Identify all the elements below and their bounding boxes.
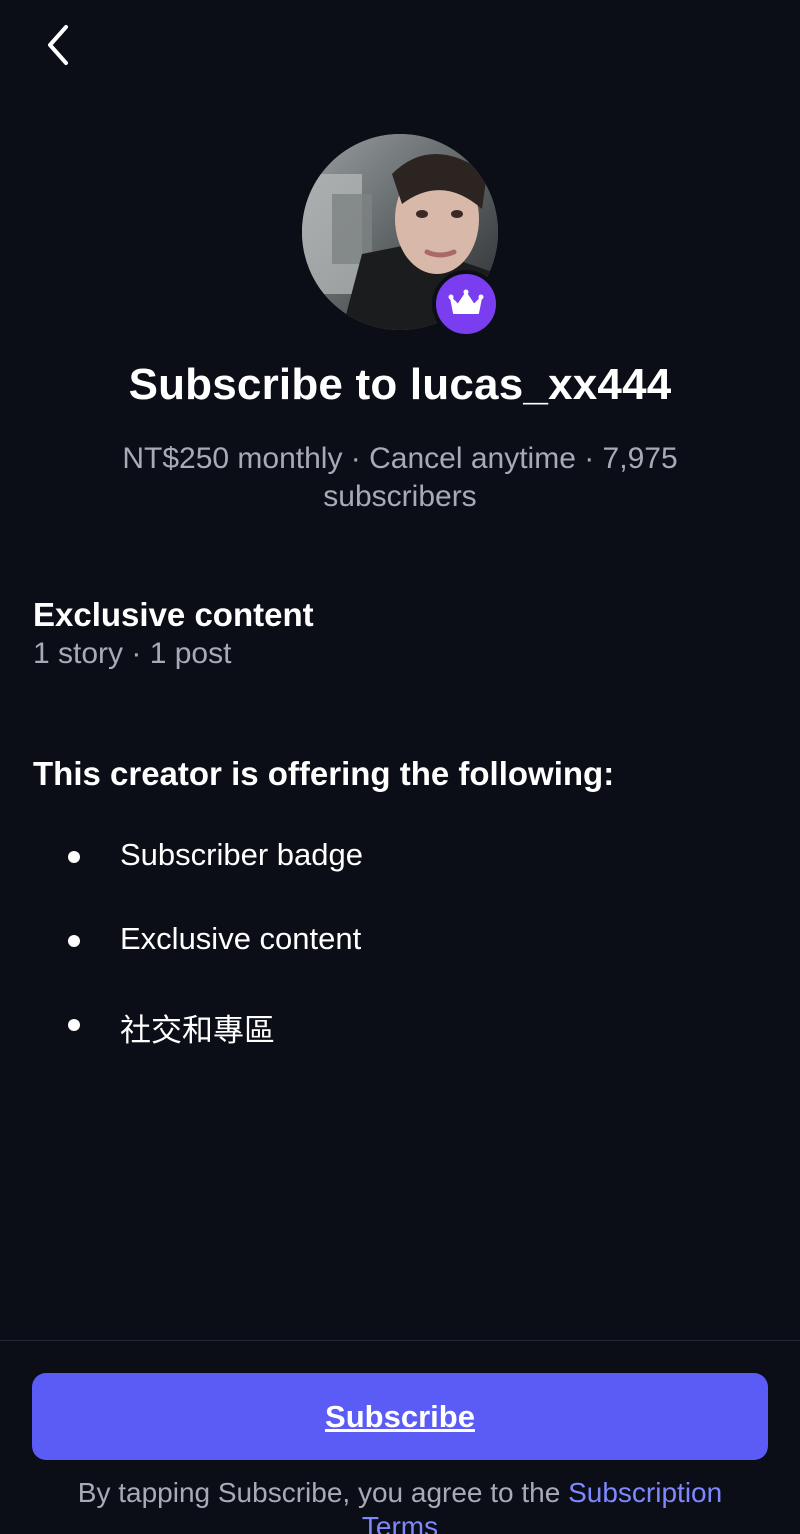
list-item: Subscriber badge (0, 830, 800, 914)
exclusive-content-heading: Exclusive content (33, 596, 314, 633)
subscribe-button[interactable]: Subscribe (32, 1373, 768, 1460)
back-button[interactable] (34, 20, 84, 70)
crown-icon (448, 289, 484, 314)
terms-notice: By tapping Subscribe, you agree to the S… (40, 1476, 760, 1534)
avatar-container (302, 134, 500, 338)
offering-item-label: Exclusive content (120, 921, 362, 956)
list-item: 社交和專區 (0, 998, 800, 1082)
subscribe-screen: Subscribe to lucas_xx444 NT$250 monthly … (0, 0, 800, 1534)
page-title: Subscribe to lucas_xx444 (128, 360, 672, 409)
offering-list: Subscriber badge Exclusive content 社交和專區 (0, 830, 800, 1082)
bullet-icon (68, 935, 80, 947)
footer-divider (0, 1340, 800, 1341)
list-item: Exclusive content (0, 914, 800, 998)
chevron-left-icon (48, 25, 68, 65)
bullet-icon (68, 851, 80, 863)
subscription-summary: NT$250 monthly · Cancel anytime · 7,975 … (122, 442, 678, 513)
exclusive-content-detail: 1 story · 1 post (33, 637, 232, 670)
offering-item-label: Subscriber badge (120, 837, 363, 872)
offering-heading: This creator is offering the following: (33, 755, 615, 792)
terms-prefix: By tapping Subscribe, you agree to the (77, 1477, 569, 1508)
subscriber-crown-badge (432, 270, 500, 338)
offering-item-label: 社交和專區 (120, 1013, 275, 1048)
bullet-icon (68, 1019, 80, 1031)
